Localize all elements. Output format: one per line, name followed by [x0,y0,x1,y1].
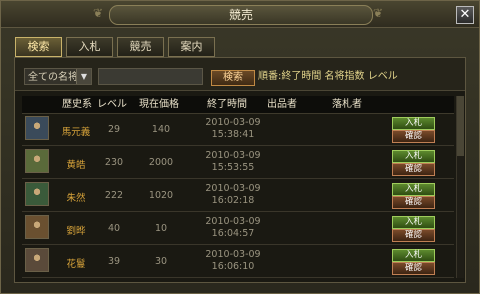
confirm-button[interactable]: 確認 [392,262,435,275]
current-price: 30 [154,256,168,267]
general-level: 40 [107,223,121,234]
header-seller[interactable]: 出品者 [257,96,307,113]
bid-button[interactable]: 入札 [392,183,435,196]
title-ornament-left-icon: ❦ [93,6,104,20]
end-time: 15:38:41 [211,129,255,140]
header-history[interactable]: 歴史系 [60,96,94,113]
end-date: 2010-03-09 [205,216,261,227]
sort-order-text[interactable]: 順番:終了時間 名将指数 レベル [258,70,398,84]
header-price[interactable]: 現在価格 [134,96,184,113]
current-price: 10 [154,223,168,234]
window-title: 競売 [109,5,373,25]
end-date: 2010-03-09 [205,183,261,194]
general-portrait[interactable] [25,215,49,239]
general-level: 39 [107,256,121,267]
tab-bid[interactable]: 入札 [66,37,113,57]
header-level[interactable]: レベル [94,96,130,113]
current-price: 1020 [148,190,174,201]
tab-search[interactable]: 検索 [15,37,62,57]
header-end-time[interactable]: 終了時間 [202,96,252,113]
end-date: 2010-03-09 [205,117,261,128]
confirm-button[interactable]: 確認 [392,130,435,143]
general-name: 劉晔 [66,226,86,237]
search-bar: 全ての名将 ▼ 検索 順番:終了時間 名将指数 レベル [15,58,465,91]
auction-list: 馬元義 29 140 2010-03-09 15:38:41 入札 確認 黄皓 … [22,113,454,278]
close-button[interactable]: ✕ [456,6,474,24]
end-time: 16:02:18 [211,195,255,206]
table-row[interactable]: 黄皓 230 2000 2010-03-09 15:53:55 入札 確認 [22,146,454,179]
list-scrollbar[interactable] [456,96,464,278]
table-row[interactable]: 劉晔 40 10 2010-03-09 16:04:57 入札 確認 [22,212,454,245]
general-level: 29 [107,124,121,135]
tab-auction[interactable]: 競売 [117,37,164,57]
bid-button[interactable]: 入札 [392,117,435,130]
general-name: 馬元義 [61,127,91,138]
search-input[interactable] [98,68,203,85]
general-portrait[interactable] [25,182,49,206]
category-select-value: 全ての名将 [28,72,78,83]
general-portrait[interactable] [25,116,49,140]
current-price: 140 [151,124,171,135]
bid-button[interactable]: 入札 [392,216,435,229]
confirm-button[interactable]: 確認 [392,229,435,242]
table-row[interactable]: 花鬘 39 30 2010-03-09 16:06:10 入札 確認 [22,245,454,278]
bid-button[interactable]: 入札 [392,150,435,163]
general-level: 230 [104,157,124,168]
end-time: 15:53:55 [211,162,255,173]
content-panel: 全ての名将 ▼ 検索 順番:終了時間 名将指数 レベル 歴史系 レベル 現在価格… [14,57,466,283]
header-bidder[interactable]: 落札者 [322,96,372,113]
search-button[interactable]: 検索 [211,70,255,86]
general-name: 黄皓 [66,160,86,171]
general-name: 花鬘 [66,259,86,270]
table-header: 歴史系 レベル 現在価格 終了時間 出品者 落札者 [22,96,454,114]
end-date: 2010-03-09 [205,249,261,260]
category-select[interactable]: 全ての名将 ▼ [24,68,92,85]
end-time: 16:06:10 [211,261,255,272]
title-bar[interactable]: ❦ 競売 ❦ ✕ [1,1,479,28]
auction-window: ❦ 競売 ❦ ✕ 検索 入札 競売 案内 全ての名将 ▼ 検索 順番:終了時間 … [0,0,480,294]
title-ornament-right-icon: ❦ [373,6,384,20]
chevron-down-icon[interactable]: ▼ [76,69,91,84]
confirm-button[interactable]: 確認 [392,196,435,209]
end-date: 2010-03-09 [205,150,261,161]
tab-guide[interactable]: 案内 [168,37,215,57]
current-price: 2000 [148,157,174,168]
bid-button[interactable]: 入札 [392,249,435,262]
general-portrait[interactable] [25,149,49,173]
general-portrait[interactable] [25,248,49,272]
scroll-thumb[interactable] [457,96,464,156]
table-row[interactable]: 朱然 222 1020 2010-03-09 16:02:18 入札 確認 [22,179,454,212]
end-time: 16:04:57 [211,228,255,239]
general-name: 朱然 [66,193,86,204]
confirm-button[interactable]: 確認 [392,163,435,176]
general-level: 222 [104,190,124,201]
table-row[interactable]: 馬元義 29 140 2010-03-09 15:38:41 入札 確認 [22,113,454,146]
